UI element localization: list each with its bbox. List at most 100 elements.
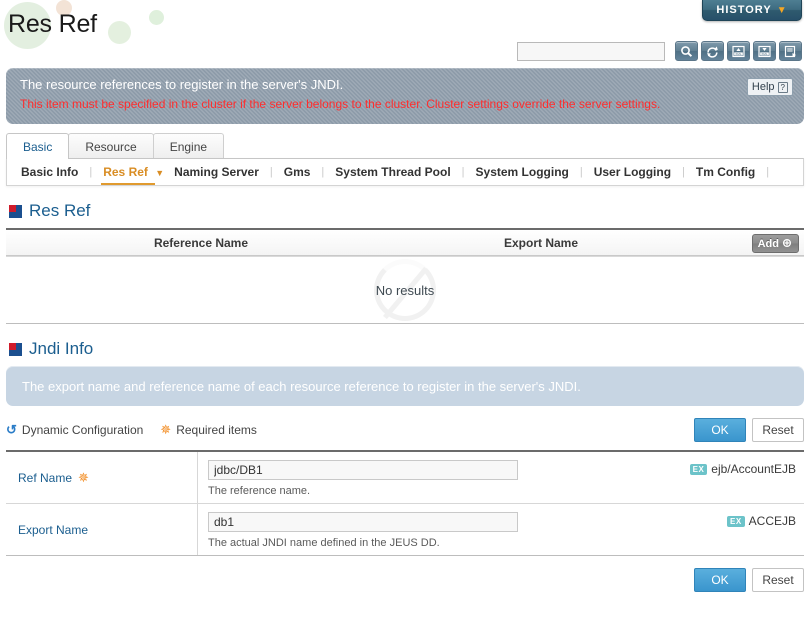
field-label-ref-name-text: Ref Name: [18, 470, 73, 485]
info-banner-warning-text: This item must be specified in the clust…: [20, 97, 661, 111]
field-hint-ref-name: The reference name.: [208, 485, 311, 497]
jndi-action-bar: ↺ Dynamic Configuration ✵ Required items…: [6, 416, 804, 444]
subtab-separator: |: [321, 166, 325, 178]
xml-export-icon[interactable]: XML: [753, 41, 776, 61]
tab-basic[interactable]: Basic: [6, 133, 70, 159]
jndi-info-section-title: Jndi Info: [29, 339, 94, 358]
search-input[interactable]: [517, 41, 665, 61]
reset-button-top[interactable]: Reset: [752, 418, 804, 442]
field-body-export-name: The actual JNDI name defined in the JEUS…: [198, 504, 804, 555]
field-label-ref-name: Ref Name ✵: [6, 452, 198, 503]
subtab-res-ref[interactable]: Res Ref ▼: [101, 165, 166, 185]
reset-button-bottom[interactable]: Reset: [752, 568, 804, 592]
ok-button-top[interactable]: OK: [694, 418, 746, 442]
jndi-info-banner: The export name and reference name of ea…: [6, 366, 804, 406]
column-header-reference-name: Reference Name: [153, 235, 249, 250]
subtab-tm-config[interactable]: Tm Config: [694, 165, 757, 179]
subtab-separator: |: [461, 166, 465, 178]
subtab-separator: |: [766, 166, 770, 178]
dynamic-config-icon: ↺: [6, 422, 17, 437]
example-text-export-name: ACCEJB: [748, 514, 796, 528]
column-header-export-name: Export Name: [503, 235, 579, 250]
tab-engine-label: Engine: [169, 139, 208, 154]
subtab-basic-info-label: Basic Info: [21, 165, 79, 179]
document-export-icon[interactable]: [779, 41, 802, 61]
example-text-ref-name: ejb/AccountEJB: [711, 462, 796, 476]
subtab-system-thread-pool-label: System Thread Pool: [335, 165, 451, 179]
svg-text:XML: XML: [735, 51, 742, 55]
question-mark-icon: ?: [777, 81, 788, 93]
legend-required-items: ✵ Required items: [160, 422, 257, 438]
subtab-system-thread-pool[interactable]: System Thread Pool: [333, 165, 452, 179]
secondary-tabs: Basic Info | Res Ref ▼ Naming Server | G…: [6, 158, 804, 186]
example-badge-icon: EX: [726, 515, 745, 527]
ok-button-bottom[interactable]: OK: [694, 568, 746, 592]
legend-dynamic-label: Dynamic Configuration: [21, 423, 144, 437]
subtab-res-ref-label: Res Ref: [103, 165, 148, 179]
subtab-user-logging[interactable]: User Logging: [592, 165, 673, 179]
add-button[interactable]: Add: [751, 234, 799, 253]
jndi-info-form: Ref Name ✵ The reference name. EX ejb/Ac…: [6, 450, 804, 556]
subtab-separator: |: [89, 166, 93, 178]
legend-dynamic-configuration: ↺ Dynamic Configuration: [6, 422, 143, 438]
form-row-ref-name: Ref Name ✵ The reference name. EX ejb/Ac…: [6, 452, 804, 504]
help-button[interactable]: Help ?: [746, 78, 793, 96]
chevron-down-icon: ▼: [155, 168, 165, 178]
form-footer-bar: OK Reset: [6, 568, 804, 592]
required-star-icon: ✵: [160, 422, 172, 437]
primary-tabs: Basic Resource Engine: [6, 133, 804, 159]
field-hint-export-name: The actual JNDI name defined in the JEUS…: [208, 537, 440, 549]
subtab-separator: |: [269, 166, 273, 178]
tab-resource[interactable]: Resource: [68, 133, 154, 159]
decorative-circle-small: [149, 10, 164, 25]
decorative-circle-medium: [108, 21, 131, 44]
form-row-export-name: Export Name The actual JNDI name defined…: [6, 504, 804, 556]
search-icon[interactable]: [675, 41, 698, 61]
jndi-info-section-header: Jndi Info: [9, 339, 810, 359]
field-label-export-name: Export Name: [6, 504, 198, 555]
header-toolbar: XML XML: [517, 41, 802, 61]
res-ref-table-header: Reference Name Export Name Add: [6, 228, 804, 256]
legend-required-label: Required items: [176, 423, 257, 437]
history-button[interactable]: HISTORY ▼: [702, 0, 802, 21]
res-ref-section-title: Res Ref: [29, 201, 91, 220]
refresh-icon[interactable]: [701, 41, 724, 61]
tab-resource-label: Resource: [85, 139, 137, 154]
svg-text:XML: XML: [761, 51, 768, 55]
example-tag-export-name: EX ACCEJB: [726, 514, 796, 528]
export-name-input[interactable]: [208, 512, 518, 532]
subtab-separator: |: [682, 166, 685, 178]
section-marker-icon: [9, 204, 22, 218]
page-header: Res Ref HISTORY ▼ XML XML: [0, 0, 810, 66]
subtab-basic-info[interactable]: Basic Info: [19, 165, 80, 179]
history-label: HISTORY: [716, 4, 772, 16]
example-badge-icon: EX: [689, 463, 708, 475]
subtab-naming-server-label: Naming Server: [174, 165, 259, 179]
res-ref-section-header: Res Ref: [9, 201, 810, 221]
field-label-export-name-text: Export Name: [18, 522, 89, 537]
active-subtab-underline: [101, 183, 156, 185]
empty-state-message: No results: [375, 282, 435, 298]
tab-navigation: Basic Resource Engine Basic Info | Res R…: [6, 133, 804, 186]
help-label: Help: [751, 81, 775, 93]
section-marker-icon: [9, 342, 22, 356]
res-ref-table: Reference Name Export Name Add No result…: [6, 228, 804, 324]
subtab-tm-config-label: Tm Config: [695, 165, 756, 179]
jndi-info-banner-text: The export name and reference name of ea…: [22, 378, 581, 394]
field-body-ref-name: The reference name. EX ejb/AccountEJB: [198, 452, 804, 503]
subtab-gms[interactable]: Gms: [282, 165, 313, 179]
ref-name-input[interactable]: [208, 460, 518, 480]
page-title: Res Ref: [8, 10, 97, 38]
add-button-label: Add: [757, 237, 779, 250]
info-banner: The resource references to register in t…: [6, 68, 804, 124]
chevron-down-icon: ▼: [776, 4, 788, 16]
subtab-system-logging[interactable]: System Logging: [474, 165, 571, 179]
subtab-system-logging-label: System Logging: [475, 165, 569, 179]
tab-engine[interactable]: Engine: [152, 133, 225, 159]
subtab-user-logging-label: User Logging: [593, 165, 672, 179]
tab-basic-label: Basic: [23, 139, 53, 154]
xml-import-icon[interactable]: XML: [727, 41, 750, 61]
subtab-gms-label: Gms: [283, 165, 311, 179]
required-star-icon: ✵: [78, 469, 89, 485]
subtab-naming-server[interactable]: Naming Server: [172, 165, 261, 179]
